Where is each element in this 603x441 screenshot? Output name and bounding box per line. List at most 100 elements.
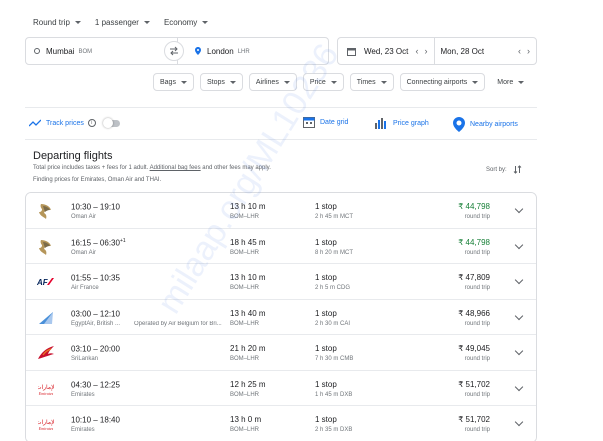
chip-label: Times [356, 78, 376, 86]
flight-price: ₹ 44,798 [458, 237, 490, 247]
flight-time-range: 16:15 – 06:30 [71, 238, 120, 248]
svg-text:الإمارات: الإمارات [38, 384, 54, 391]
flight-route: BOM–LHR [230, 391, 260, 398]
price-graph-button[interactable]: Price graph [374, 117, 429, 129]
layover-info: 2 h 30 m CAI [315, 320, 351, 327]
svg-text:Emirates: Emirates [38, 391, 54, 396]
sort-control[interactable]: Sort by: [486, 165, 522, 174]
prev-date-icon[interactable]: ‹ [416, 46, 419, 56]
note-suffix: and other fees may apply. [202, 165, 271, 171]
caret-down-icon [143, 21, 150, 24]
chip-label: Stops [206, 78, 225, 86]
expand-chevron-icon[interactable] [514, 275, 524, 285]
expand-chevron-icon[interactable] [514, 204, 524, 214]
sort-icon [513, 165, 522, 174]
expand-chevron-icon[interactable] [514, 346, 524, 356]
origin-circle-icon [34, 48, 40, 54]
flight-time-range: 03:10 – 20:00 [71, 344, 120, 354]
expand-chevron-icon[interactable] [514, 382, 524, 391]
filter-stops[interactable]: Stops [199, 73, 243, 91]
filter-chips: Bags Stops Airlines Price Times Connecti… [153, 73, 525, 91]
trip-options: Round trip 1 passenger Economy [33, 18, 209, 27]
airline-name: SriLankan [71, 356, 99, 362]
flight-row[interactable]: الإماراتEmirates 10:10 – 18:40 Emirates … [26, 406, 536, 441]
price-note: round trip [464, 391, 490, 398]
swap-icon [170, 46, 178, 56]
date-grid-label: Date grid [320, 119, 349, 126]
price-note: round trip [464, 356, 490, 362]
flight-price: ₹ 49,045 [458, 344, 490, 353]
flight-stops: 1 stop [315, 415, 337, 424]
expand-chevron-icon[interactable] [514, 240, 524, 249]
filter-connecting-airports[interactable]: Connecting airports [399, 73, 486, 91]
map-pin-icon [453, 117, 465, 132]
passengers-dropdown[interactable]: 1 passenger [95, 18, 150, 27]
flight-list: 10:30 – 19:10 Oman Air 13 h 10 m BOM–LHR… [25, 192, 537, 441]
filter-bags[interactable]: Bags [153, 73, 194, 91]
flight-duration: 18 h 45 m [230, 237, 266, 247]
filter-price[interactable]: Price [302, 73, 344, 91]
flight-row[interactable]: 03:00 – 12:10 EgyptAir, British ... Oper… [26, 299, 536, 335]
origin-city: Mumbai [46, 46, 75, 56]
svg-text:Emirates: Emirates [38, 426, 54, 431]
trip-type-dropdown[interactable]: Round trip [33, 18, 81, 27]
flight-time-range: 10:10 – 18:40 [71, 415, 120, 425]
layover-info: 2 h 35 m DXB [315, 427, 353, 433]
price-note: round trip [464, 320, 490, 327]
caret-down-icon [202, 21, 209, 24]
flight-times: 04:30 – 12:25 [71, 380, 120, 389]
flight-row[interactable]: AF 01:55 – 10:35 Air France 13 h 10 m BO… [26, 264, 536, 300]
more-label: More [497, 78, 514, 86]
nearby-airports-button[interactable]: Nearby airports [453, 117, 518, 132]
airline-logo-icon: الإماراتEmirates [37, 415, 55, 433]
flight-duration: 21 h 20 m [230, 344, 266, 353]
date-grid-button[interactable]: Date grid [303, 117, 348, 128]
flight-row[interactable]: 03:10 – 20:00 SriLankan 21 h 20 m BOM–LH… [26, 335, 536, 371]
destination-field[interactable]: London LHR [177, 37, 329, 65]
flight-time-range: 01:55 – 10:35 [71, 273, 120, 283]
flight-row[interactable]: الإماراتEmirates 04:30 – 12:25 Emirates … [26, 370, 536, 406]
chip-label: Airlines [255, 78, 279, 86]
more-filters-button[interactable]: More [491, 73, 525, 91]
price-note: round trip [464, 214, 490, 220]
expand-chevron-icon[interactable] [514, 417, 524, 427]
prev-date-icon[interactable]: ‹ [518, 46, 521, 56]
results-heading: Departing flights [33, 150, 113, 162]
chip-label: Bags [160, 78, 176, 86]
caret-down-icon [283, 80, 290, 84]
next-date-icon[interactable]: › [425, 46, 428, 56]
flight-route: BOM–LHR [230, 320, 260, 327]
flight-duration: 13 h 40 m [230, 308, 266, 318]
airline-logo-icon [37, 309, 55, 327]
flight-time-range: 03:00 – 12:10 [71, 309, 120, 319]
operated-by: Operated by Air Belgium for Bri... [134, 320, 222, 327]
depart-date[interactable]: Wed, 23 Oct ‹ › [338, 46, 434, 56]
cabin-dropdown[interactable]: Economy [163, 18, 209, 27]
price-note: round trip [464, 249, 490, 256]
flight-times: 03:00 – 12:10 [71, 309, 120, 319]
date-grid-icon [303, 117, 315, 128]
price-graph-icon [375, 118, 386, 129]
return-date[interactable]: Mon, 28 Oct ‹ › [435, 46, 537, 56]
flight-route: BOM–LHR [230, 427, 260, 433]
airline-logo-icon [37, 238, 55, 256]
swap-button[interactable] [164, 41, 184, 61]
flight-row[interactable]: 10:30 – 19:10 Oman Air 13 h 10 m BOM–LHR… [26, 193, 536, 229]
price-note: round trip [464, 285, 490, 291]
return-date-label: Mon, 28 Oct [440, 46, 485, 56]
filter-airlines[interactable]: Airlines [248, 73, 297, 91]
track-prices-toggle[interactable] [102, 117, 120, 128]
flight-row[interactable]: 16:15 – 06:30+1 Oman Air 18 h 45 m BOM–L… [26, 228, 536, 264]
info-icon[interactable]: i [87, 119, 96, 127]
airline-name: Air France [71, 285, 99, 291]
flight-times: 16:15 – 06:30+1 [71, 238, 126, 248]
note-prefix: Total price includes taxes + fees for 1 … [33, 165, 149, 171]
flight-stops: 1 stop [315, 308, 337, 318]
flight-price: ₹ 48,966 [458, 308, 490, 318]
bag-fees-link[interactable]: Additional bag fees [150, 165, 201, 171]
expand-chevron-icon[interactable] [514, 311, 524, 320]
chip-label: Connecting airports [406, 78, 468, 86]
cabin-label: Economy [163, 18, 198, 27]
next-date-icon[interactable]: › [527, 46, 530, 56]
filter-times[interactable]: Times [349, 73, 394, 91]
